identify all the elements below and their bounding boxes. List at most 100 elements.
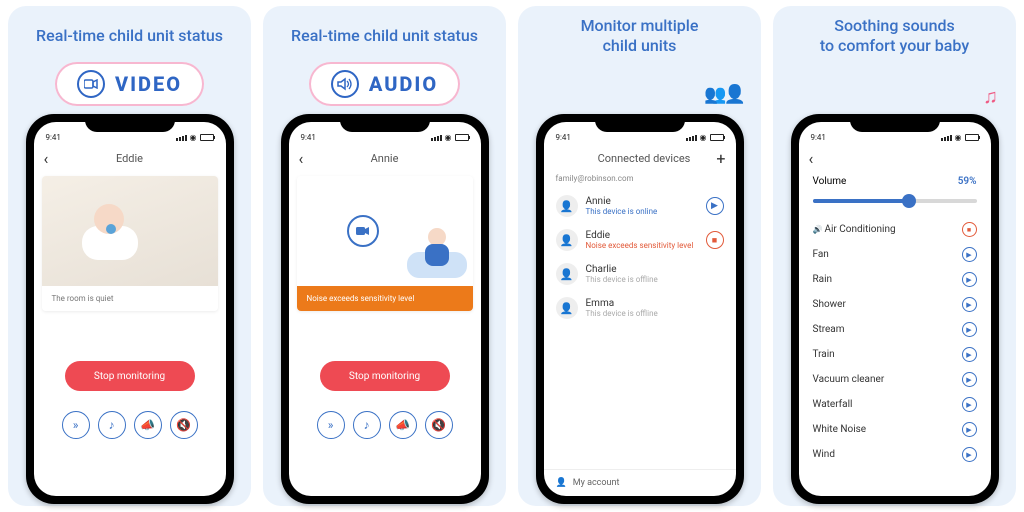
mute-icon[interactable]: 🔇 [170, 411, 198, 439]
play-icon[interactable]: ▶ [962, 322, 977, 337]
sound-name: Fan [813, 249, 829, 260]
sound-row[interactable]: Shower ▶ [799, 292, 991, 317]
music-note-icon[interactable]: ♪ [353, 411, 381, 439]
mute-icon[interactable]: 🔇 [425, 411, 453, 439]
play-icon[interactable]: ▶ [962, 347, 977, 362]
stop-monitoring-button[interactable]: Stop monitoring [65, 361, 195, 391]
device-name: Annie [586, 196, 698, 207]
my-account-button[interactable]: 👤 My account [544, 469, 736, 496]
fast-forward-icon[interactable]: » [317, 411, 345, 439]
person-icon: 👤 [556, 478, 567, 488]
sound-row[interactable]: Waterfall ▶ [799, 392, 991, 417]
play-icon[interactable]: ▶ [962, 272, 977, 287]
mode-pill-video: VIDEO [55, 62, 204, 106]
phone-mockup: 9:41◉ Connected devices + family@robinso… [536, 114, 744, 504]
play-icon[interactable]: ▶ [962, 447, 977, 462]
phone-mockup: 9:41 ◉ ‹ Eddie The room is quiet Stop mo… [26, 114, 234, 504]
child-name: Annie [317, 152, 453, 165]
audio-preview[interactable]: Noise exceeds sensitivity level [297, 176, 473, 311]
back-button[interactable]: ‹ [299, 149, 317, 168]
play-icon[interactable]: ▶ [962, 247, 977, 262]
sound-row[interactable]: Train ▶ [799, 342, 991, 367]
my-account-label: My account [573, 478, 620, 488]
speaker-icon [331, 70, 359, 98]
sound-name: Train [813, 349, 835, 360]
fast-forward-icon[interactable]: » [62, 411, 90, 439]
device-name: Charlie [586, 264, 724, 275]
avatar-icon: 👤 [556, 195, 578, 217]
sound-name: Shower [813, 299, 846, 310]
wifi-icon: ◉ [190, 133, 197, 142]
promo-panel-video: Real-time child unit status VIDEO 9:41 ◉… [8, 6, 251, 506]
mode-pill-label: AUDIO [369, 72, 438, 96]
avatar-icon: 👤 [556, 263, 578, 285]
battery-icon [200, 134, 214, 141]
sound-name: Vacuum cleaner [813, 374, 885, 385]
sound-name: Stream [813, 324, 845, 335]
sound-row[interactable]: Wind ▶ [799, 442, 991, 467]
room-status-caption: Noise exceeds sensitivity level [297, 286, 473, 311]
mode-pill-audio: AUDIO [309, 62, 460, 106]
device-name: Emma [586, 298, 724, 309]
device-status: Noise exceeds sensitivity level [586, 241, 698, 250]
promo-panel-devices: Monitor multiple child units 👥👤 9:41◉ Co… [518, 6, 761, 506]
stop-icon[interactable]: ■ [962, 222, 977, 237]
play-icon[interactable]: ▶ [706, 197, 724, 215]
signal-icon [176, 135, 187, 141]
sound-row[interactable]: Vacuum cleaner ▶ [799, 367, 991, 392]
record-icon[interactable]: ■ [706, 231, 724, 249]
device-row[interactable]: 👤 EddieNoise exceeds sensitivity level ■ [544, 223, 736, 257]
promo-panel-audio: Real-time child unit status AUDIO 9:41 ◉… [263, 6, 506, 506]
sound-row[interactable]: Fan ▶ [799, 242, 991, 267]
sound-name: Air Conditioning [813, 224, 896, 235]
sound-row[interactable]: White Noise ▶ [799, 417, 991, 442]
sound-row[interactable]: Air Conditioning ■ [799, 217, 991, 242]
people-icon: 👥👤 [704, 84, 743, 105]
phone-mockup: 9:41◉ ‹ Volume 59% Air Conditioning■Fan▶… [791, 114, 999, 504]
sound-row[interactable]: Rain ▶ [799, 267, 991, 292]
page-title: Connected devices [572, 152, 717, 165]
mode-pill-label: VIDEO [115, 72, 182, 96]
music-notes-icon: ♫ [983, 84, 998, 109]
room-status-caption: The room is quiet [42, 286, 218, 311]
device-status: This device is offline [586, 275, 724, 284]
back-button[interactable]: ‹ [44, 149, 62, 168]
music-note-icon[interactable]: ♪ [98, 411, 126, 439]
volume-label: Volume [813, 176, 847, 187]
play-icon[interactable]: ▶ [962, 422, 977, 437]
add-device-button[interactable]: + [716, 149, 725, 168]
device-status: This device is online [586, 207, 698, 216]
camera-icon [77, 70, 105, 98]
sound-name: White Noise [813, 424, 867, 435]
sound-row[interactable]: Stream ▶ [799, 317, 991, 342]
panel-title: Soothing sounds to comfort your baby [820, 16, 969, 56]
panel-title: Real-time child unit status [291, 16, 478, 56]
volume-slider[interactable] [813, 199, 977, 203]
sound-name: Wind [813, 449, 835, 460]
device-row[interactable]: 👤 AnnieThis device is online ▶ [544, 189, 736, 223]
promo-panel-sounds: Soothing sounds to comfort your baby ♫ 9… [773, 6, 1016, 506]
megaphone-icon[interactable]: 📣 [389, 411, 417, 439]
panel-title: Monitor multiple child units [581, 16, 699, 56]
account-email: family@robinson.com [544, 172, 736, 189]
play-icon[interactable]: ▶ [962, 297, 977, 312]
phone-mockup: 9:41 ◉ ‹ Annie Noise exceeds sensitiv [281, 114, 489, 504]
child-name: Eddie [62, 152, 198, 165]
sound-name: Waterfall [813, 399, 853, 410]
back-button[interactable]: ‹ [809, 149, 827, 168]
device-name: Eddie [586, 230, 698, 241]
video-preview[interactable]: The room is quiet [42, 176, 218, 311]
stop-monitoring-button[interactable]: Stop monitoring [320, 361, 450, 391]
avatar-icon: 👤 [556, 229, 578, 251]
megaphone-icon[interactable]: 📣 [134, 411, 162, 439]
status-time: 9:41 [301, 133, 316, 142]
play-icon[interactable]: ▶ [962, 397, 977, 412]
sound-name: Rain [813, 274, 833, 285]
avatar-icon: 👤 [556, 297, 578, 319]
play-icon[interactable]: ▶ [962, 372, 977, 387]
device-row[interactable]: 👤EmmaThis device is offline [544, 291, 736, 325]
status-time: 9:41 [46, 133, 61, 142]
panel-title: Real-time child unit status [36, 16, 223, 56]
switch-to-video-icon[interactable] [347, 215, 379, 247]
device-row[interactable]: 👤 CharlieThis device is offline [544, 257, 736, 291]
